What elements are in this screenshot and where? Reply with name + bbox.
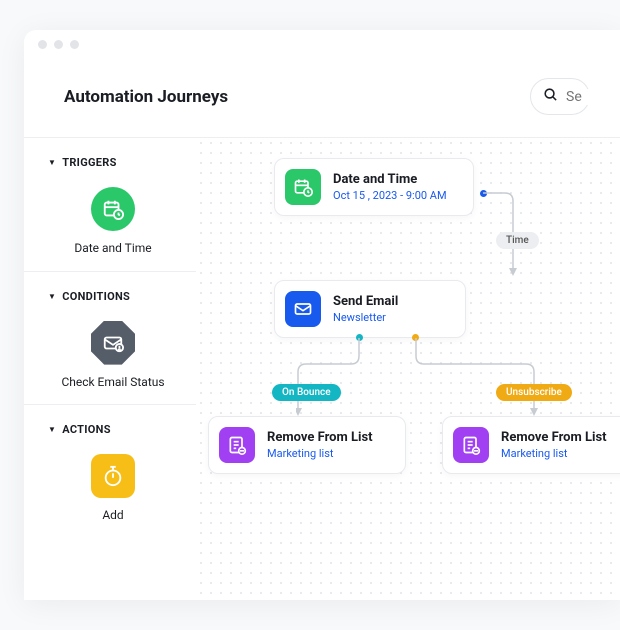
node-subtitle: Oct 15 , 2023 - 9:00 AM bbox=[333, 189, 447, 202]
node-text: Remove From List Marketing list bbox=[267, 430, 373, 460]
sidebar-section-triggers: ▼ TRIGGERS Date and Time bbox=[24, 138, 196, 272]
list-remove-icon bbox=[219, 427, 255, 463]
sidebar-item-label: Check Email Status bbox=[61, 375, 164, 391]
caret-down-icon: ▼ bbox=[48, 425, 56, 434]
search-input[interactable] bbox=[566, 89, 596, 105]
search-icon bbox=[543, 87, 558, 106]
sidebar-item-label: Date and Time bbox=[74, 241, 151, 257]
app-header: Automation Journeys bbox=[24, 60, 620, 137]
section-header-actions[interactable]: ▼ ACTIONS bbox=[48, 423, 178, 436]
sidebar-item-check-email[interactable]: Check Email Status bbox=[48, 321, 178, 391]
app-window: Automation Journeys ▼ TRIGGERS Date and … bbox=[24, 30, 620, 600]
connector-dot[interactable] bbox=[480, 190, 487, 197]
sidebar-item-add[interactable]: Add bbox=[48, 454, 178, 524]
flow-node-remove-list-1[interactable]: Remove From List Marketing list bbox=[208, 416, 406, 474]
caret-down-icon: ▼ bbox=[48, 158, 56, 167]
node-title: Date and Time bbox=[333, 172, 447, 187]
window-dot bbox=[38, 40, 47, 49]
connector-line bbox=[414, 338, 544, 418]
calendar-clock-icon bbox=[285, 169, 321, 205]
node-title: Send Email bbox=[333, 294, 398, 309]
section-heading: ACTIONS bbox=[62, 423, 111, 436]
flow-node-remove-list-2[interactable]: Remove From List Marketing list bbox=[442, 416, 620, 474]
sidebar-section-conditions: ▼ CONDITIONS Check Email Status bbox=[24, 272, 196, 406]
connector-label-bounce: On Bounce bbox=[272, 384, 341, 401]
flow-canvas[interactable]: Date and Time Oct 15 , 2023 - 9:00 AM Ti… bbox=[196, 138, 620, 600]
node-subtitle: Newsletter bbox=[333, 311, 398, 324]
connector-dot[interactable] bbox=[412, 334, 419, 341]
mail-icon bbox=[285, 291, 321, 327]
node-text: Date and Time Oct 15 , 2023 - 9:00 AM bbox=[333, 172, 447, 202]
connector-line bbox=[296, 338, 366, 418]
stopwatch-icon bbox=[91, 454, 135, 498]
page-title: Automation Journeys bbox=[64, 87, 228, 107]
section-header-conditions[interactable]: ▼ CONDITIONS bbox=[48, 290, 178, 303]
node-text: Send Email Newsletter bbox=[333, 294, 398, 324]
connector-dot[interactable] bbox=[356, 334, 363, 341]
app-body: ▼ TRIGGERS Date and Time ▼ CONDITIONS bbox=[24, 137, 620, 600]
window-titlebar bbox=[24, 30, 620, 60]
node-subtitle: Marketing list bbox=[501, 447, 607, 460]
calendar-clock-icon bbox=[91, 187, 135, 231]
node-text: Remove From List Marketing list bbox=[501, 430, 607, 460]
sidebar: ▼ TRIGGERS Date and Time ▼ CONDITIONS bbox=[24, 138, 196, 600]
section-header-triggers[interactable]: ▼ TRIGGERS bbox=[48, 156, 178, 169]
node-subtitle: Marketing list bbox=[267, 447, 373, 460]
flow-node-send-email[interactable]: Send Email Newsletter bbox=[274, 280, 466, 338]
window-dot bbox=[54, 40, 63, 49]
section-heading: CONDITIONS bbox=[62, 290, 130, 303]
list-remove-icon bbox=[453, 427, 489, 463]
search-box[interactable] bbox=[530, 78, 590, 115]
node-title: Remove From List bbox=[267, 430, 373, 445]
connector-label-unsubscribe: Unsubscribe bbox=[496, 384, 572, 401]
mail-alert-icon bbox=[91, 321, 135, 365]
section-heading: TRIGGERS bbox=[62, 156, 116, 169]
caret-down-icon: ▼ bbox=[48, 292, 56, 301]
flow-node-datetime[interactable]: Date and Time Oct 15 , 2023 - 9:00 AM bbox=[274, 158, 474, 216]
window-dot bbox=[70, 40, 79, 49]
node-title: Remove From List bbox=[501, 430, 607, 445]
connector-label-time: Time bbox=[496, 232, 539, 249]
sidebar-item-datetime[interactable]: Date and Time bbox=[48, 187, 178, 257]
sidebar-section-actions: ▼ ACTIONS Add bbox=[24, 405, 196, 538]
sidebar-item-label: Add bbox=[102, 508, 123, 524]
